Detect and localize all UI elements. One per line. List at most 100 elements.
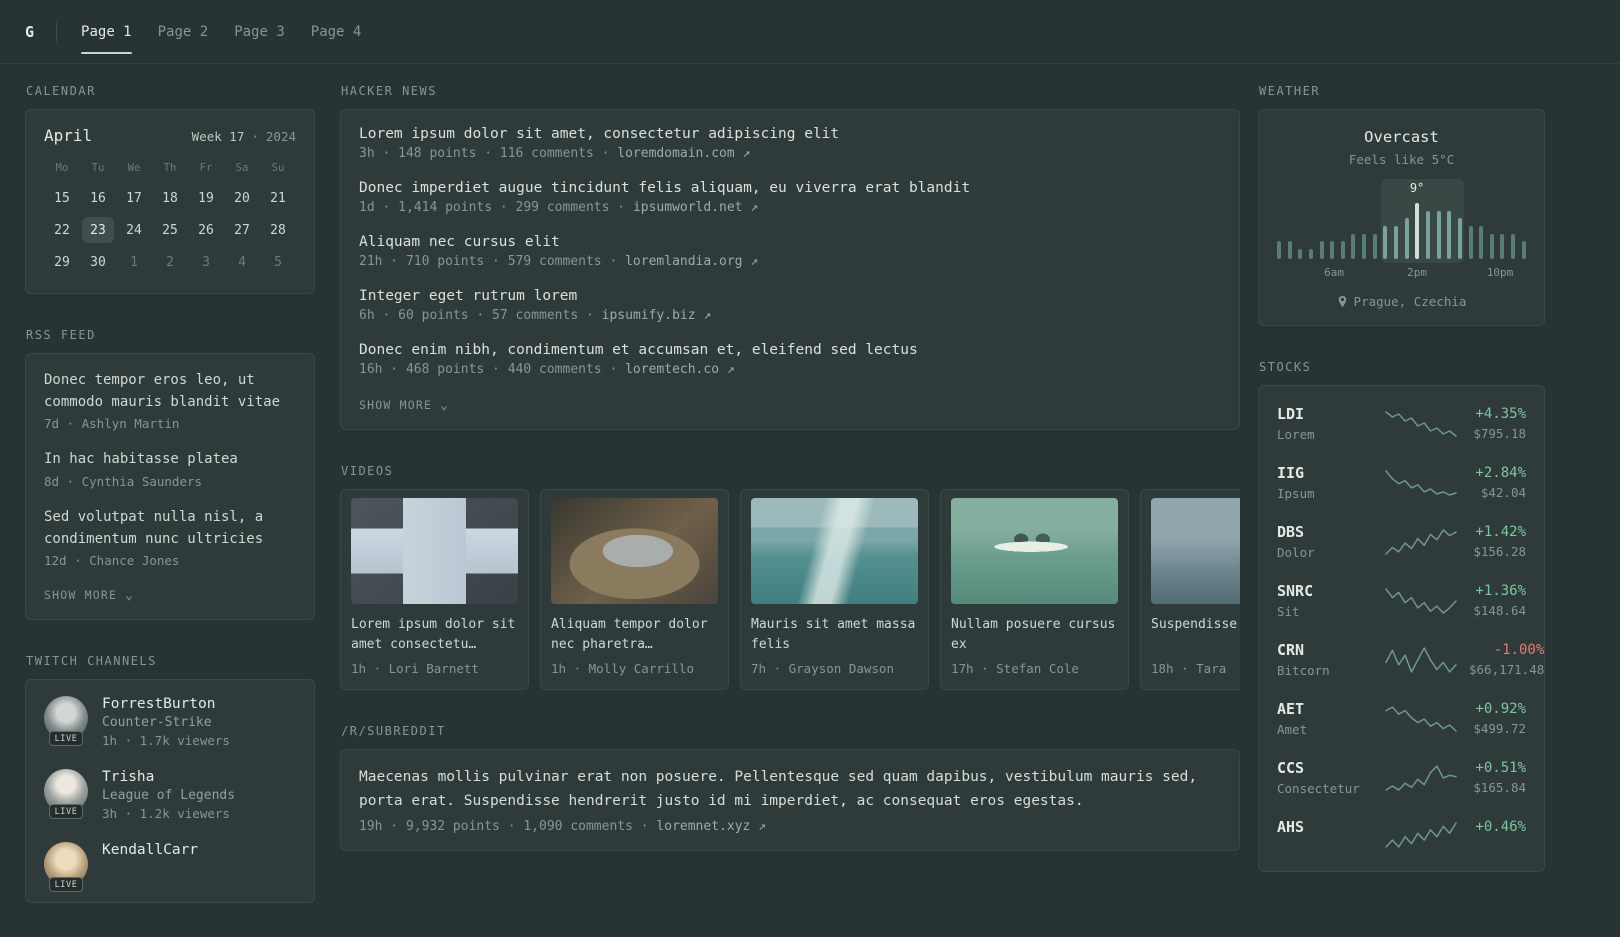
video-title[interactable]: Nullam posuere cursus ex [951,615,1118,655]
stock-ticker[interactable]: AET [1277,700,1373,718]
weather-hour-bar [1319,241,1324,259]
stock-name: Bitcorn [1277,663,1330,678]
video-card[interactable]: Suspendisse diam 18h · Tara [1140,489,1240,690]
stock-ticker[interactable]: CRN [1277,641,1373,659]
video-title[interactable]: Mauris sit amet massa felis [751,615,918,655]
video-card[interactable]: Lorem ipsum dolor sit amet consectetu… 1… [340,489,529,690]
stock-ticker[interactable]: CCS [1277,759,1373,777]
video-card[interactable]: Mauris sit amet massa felis 7h · Grayson… [740,489,929,690]
twitch-channel-row[interactable]: LIVE ForrestBurton Counter-Strike 1h · 1… [44,696,296,748]
stock-row: IIG Ipsum +2.84% $42.04 [1277,453,1526,512]
page-tab[interactable]: Page 4 [311,0,362,63]
video-title[interactable]: Aliquam tempor dolor nec pharetra… [551,615,718,655]
app-logo[interactable]: G [25,23,34,41]
twitch-channel-name[interactable]: ForrestBurton [102,696,230,712]
stock-ticker[interactable]: IIG [1277,464,1373,482]
video-title[interactable]: Suspendisse diam [1151,615,1240,635]
weather-hour-bar [1457,218,1462,259]
stock-name [1277,840,1373,852]
hackernews-item: Donec imperdiet augue tincidunt felis al… [359,180,1221,215]
twitch-avatar: LIVE [44,696,88,747]
stock-ticker[interactable]: LDI [1277,405,1373,423]
hackernews-card: Lorem ipsum dolor sit amet, consectetur … [340,109,1240,430]
page-tab[interactable]: Page 1 [81,0,132,63]
stock-price: $148.64 [1473,603,1526,618]
hackernews-item-title[interactable]: Lorem ipsum dolor sit amet, consectetur … [359,126,1221,142]
stock-price [1469,839,1526,851]
hackernews-item-title[interactable]: Integer eget rutrum lorem [359,288,1221,304]
external-link-icon: ↗ [703,308,712,323]
video-card[interactable]: Aliquam tempor dolor nec pharetra… 1h · … [540,489,729,690]
calendar-day: 20 [224,183,260,213]
rss-item-title[interactable]: Sed volutpat nulla nisl, a condimentum n… [44,509,263,547]
video-title[interactable]: Lorem ipsum dolor sit amet consectetu… [351,615,518,655]
calendar-day-number: 16 [90,190,106,206]
stock-sparkline [1385,822,1457,848]
rss-card: Donec tempor eros leo, ut commodo mauris… [25,353,315,621]
twitch-channel-row[interactable]: LIVE KendallCarr [44,842,296,893]
calendar-day: 27 [224,215,260,245]
page-tab[interactable]: Page 3 [234,0,285,63]
weather-hour-bar [1415,203,1420,259]
right-column: WEATHER Overcast Feels like 5°C 9° 6am 2pm… [1258,84,1545,906]
page-tab[interactable]: Page 2 [158,0,209,63]
hackernews-item-domain[interactable]: ipsumify.biz ↗ [602,308,712,323]
calendar-day: 17 [116,183,152,213]
stock-values: +2.84% $42.04 [1469,465,1526,500]
hackernews-item-title[interactable]: Donec enim nibh, condimentum et accumsan… [359,342,1221,358]
hackernews-item-stats: 21h · 710 points · 579 comments · [359,254,618,269]
rss-item-title[interactable]: Donec tempor eros leo, ut commodo mauris… [44,372,280,410]
stock-ticker[interactable]: AHS [1277,818,1373,836]
calendar-day: 16 [80,183,116,213]
hackernews-item-domain[interactable]: ipsumworld.net ↗ [633,200,758,215]
calendar-day-number: 17 [126,190,142,206]
twitch-channel-name[interactable]: Trisha [102,769,235,785]
subreddit-post-title[interactable]: Maecenas mollis pulvinar erat non posuer… [359,766,1221,814]
rss-item-meta: 8d · Cynthia Saunders [44,474,203,490]
stock-change: +2.84% [1475,465,1526,481]
twitch-section-title: TWITCH CHANNELS [26,654,157,669]
hackernews-item-domain[interactable]: loremlandia.org ↗ [625,254,758,269]
calendar-day-number: 21 [270,190,286,206]
weather-time-label: 10pm [1486,266,1514,279]
stock-sparkline [1385,410,1457,437]
weather-hour-bar [1404,218,1409,259]
rss-item-title[interactable]: In hac habitasse platea [44,451,238,467]
hackernews-item-stats: 1d · 1,414 points · 299 comments · [359,200,626,215]
show-more-label: SHOW MORE [44,588,118,603]
stocks-widget: STOCKS LDI Lorem +4.35% $795.18 IIG Ipsu… [1258,360,1545,872]
calendar-day: 21 [260,183,296,213]
videos-row: Lorem ipsum dolor sit amet consectetu… 1… [340,489,1240,690]
stock-row: CRN Bitcorn -1.00% $66,171.48 [1277,630,1544,689]
stock-ticker[interactable]: DBS [1277,523,1373,541]
subreddit-post-domain[interactable]: loremnet.xyz ↗ [656,819,766,834]
calendar-day-number: 3 [202,254,210,270]
weather-hour-bar [1500,234,1505,259]
videos-widget: VIDEOS Lorem ipsum dolor sit amet consec… [340,464,1240,690]
calendar-day: 26 [188,215,224,245]
hackernews-item-domain[interactable]: loremtech.co ↗ [625,362,735,377]
page-tabs: Page 1 Page 2 Page 3 Page 4 [81,0,361,63]
calendar-widget: CALENDAR April Week 17 · 2024 Mo Tu We T… [25,84,315,294]
twitch-channel-name[interactable]: KendallCarr [102,842,198,858]
weather-hour-bar [1489,234,1494,259]
hackernews-item-title[interactable]: Donec imperdiet augue tincidunt felis al… [359,180,1221,196]
hackernews-show-more-button[interactable]: SHOW MORE ⌄ [359,398,449,412]
hackernews-item-domain[interactable]: loremdomain.com ↗ [617,146,750,161]
hackernews-item-title[interactable]: Aliquam nec cursus elit [359,234,1221,250]
twitch-channel-row[interactable]: LIVE Trisha League of Legends 3h · 1.2k … [44,769,296,821]
hackernews-item: Lorem ipsum dolor sit amet, consectetur … [359,126,1221,161]
video-meta: 1h · Lori Barnett [351,661,479,676]
rss-show-more-button[interactable]: SHOW MORE ⌄ [44,588,134,602]
external-link-icon: ↗ [758,818,766,834]
stock-ticker[interactable]: SNRC [1277,582,1373,600]
video-card[interactable]: Nullam posuere cursus ex 17h · Stefan Co… [940,489,1129,690]
video-meta: 7h · Grayson Dawson [751,661,894,676]
weather-hour-bar [1277,241,1281,259]
weather-time-label: 2pm [1407,266,1427,279]
stock-sparkline [1385,528,1457,555]
hackernews-item-meta: 3h · 148 points · 116 comments · loremdo… [359,146,1221,161]
subreddit-post-stats: 19h · 9,932 points · 1,090 comments · [359,818,649,834]
weather-hour-bar [1308,249,1313,259]
stock-change: +0.51% [1475,760,1526,776]
